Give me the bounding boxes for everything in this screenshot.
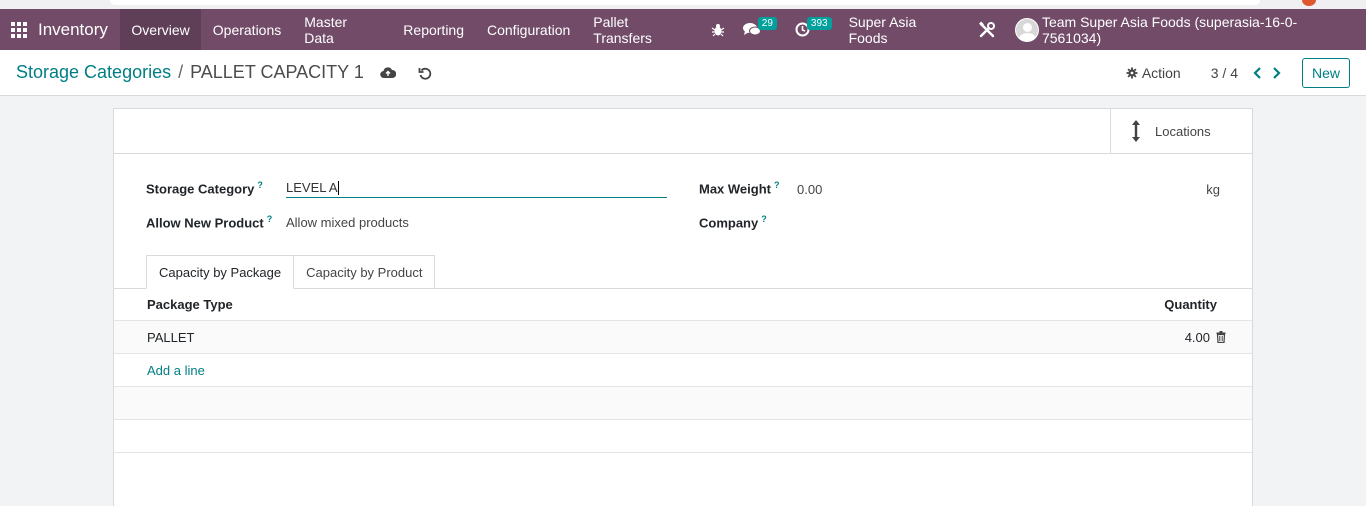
- pager-value[interactable]: 3 / 4: [1211, 65, 1238, 81]
- table-row[interactable]: PALLET 4.00: [114, 321, 1252, 354]
- column-header-package-type[interactable]: Package Type: [147, 297, 233, 312]
- breadcrumb: Storage Categories / PALLET CAPACITY 1: [0, 62, 364, 83]
- browser-profile-icon[interactable]: [1302, 0, 1316, 6]
- activities-button[interactable]: 393: [795, 17, 832, 37]
- gear-icon: [1126, 67, 1138, 78]
- help-tooltip-icon[interactable]: ?: [257, 180, 263, 190]
- control-panel: Storage Categories / PALLET CAPACITY 1 A…: [0, 50, 1366, 96]
- messages-button[interactable]: 29: [742, 17, 777, 37]
- menu-master-data[interactable]: Master Data: [293, 9, 392, 50]
- breadcrumb-separator: /: [178, 62, 184, 82]
- quantity-cell-group: 4.00: [1185, 330, 1226, 345]
- breadcrumb-storage-categories[interactable]: Storage Categories: [16, 62, 171, 83]
- apps-menu-icon[interactable]: [0, 9, 38, 50]
- pager-next-icon[interactable]: [1272, 66, 1281, 79]
- vertical-arrows-icon: [1132, 120, 1140, 142]
- max-weight-input[interactable]: 0.00: [797, 182, 822, 197]
- storage-category-input[interactable]: LEVEL A: [286, 178, 667, 198]
- menu-configuration[interactable]: Configuration: [476, 9, 582, 50]
- tools-icon[interactable]: [978, 21, 996, 39]
- control-panel-right: Action 3 / 4 New: [1126, 57, 1366, 88]
- browser-tab-area: [110, 0, 1260, 5]
- save-cloud-icon[interactable]: [380, 66, 396, 79]
- help-tooltip-icon[interactable]: ?: [267, 214, 273, 224]
- locations-label: Locations: [1155, 123, 1211, 139]
- button-box: Locations: [114, 109, 1252, 154]
- form-sheet: Locations Storage Category? LEVEL A Allo…: [113, 108, 1253, 506]
- menu-overview[interactable]: Overview: [119, 9, 202, 50]
- pager-previous-icon[interactable]: [1253, 66, 1262, 79]
- max-weight-unit: kg: [1206, 182, 1220, 197]
- table-row-add: Add a line: [114, 354, 1252, 387]
- activities-badge: 393: [806, 17, 832, 30]
- column-header-quantity[interactable]: Quantity: [1164, 297, 1217, 312]
- action-label: Action: [1141, 64, 1181, 81]
- table-row-empty: [114, 387, 1252, 420]
- package-type-cell[interactable]: PALLET: [147, 330, 194, 345]
- storage-category-label: Storage Category?: [146, 180, 263, 197]
- user-menu[interactable]: Team Super Asia Foods (superasia-16-0-75…: [1042, 14, 1356, 46]
- main-navbar: Inventory Overview Operations Master Dat…: [0, 9, 1366, 50]
- menu-reporting[interactable]: Reporting: [392, 9, 476, 50]
- menu-pallet-transfers[interactable]: Pallet Transfers: [582, 9, 702, 50]
- add-a-line-link[interactable]: Add a line: [147, 363, 205, 378]
- capacity-table: Package Type Quantity PALLET 4.00 Add a …: [114, 289, 1252, 453]
- new-record-button[interactable]: New: [1301, 57, 1350, 88]
- quantity-cell[interactable]: 4.00: [1185, 330, 1210, 345]
- help-tooltip-icon[interactable]: ?: [761, 214, 767, 224]
- debug-bug-icon[interactable]: [711, 23, 725, 37]
- allow-new-product-label: Allow New Product?: [146, 214, 273, 231]
- browser-top-strip: [0, 0, 1366, 9]
- tab-capacity-by-product[interactable]: Capacity by Product: [294, 255, 436, 289]
- trash-icon[interactable]: [1216, 331, 1226, 343]
- help-tooltip-icon[interactable]: ?: [774, 180, 780, 190]
- allow-new-product-select[interactable]: Allow mixed products: [286, 215, 409, 230]
- menu-operations[interactable]: Operations: [201, 9, 292, 50]
- company-switcher[interactable]: Super Asia Foods: [849, 14, 959, 46]
- max-weight-label: Max Weight?: [699, 180, 780, 197]
- breadcrumb-current-record: PALLET CAPACITY 1: [190, 62, 364, 82]
- table-row-empty: [114, 420, 1252, 453]
- top-menu: Overview Operations Master Data Reportin…: [119, 9, 702, 50]
- notebook-tabs: Capacity by Package Capacity by Product: [146, 255, 436, 289]
- action-menu-button[interactable]: Action: [1126, 65, 1181, 81]
- user-avatar[interactable]: [1014, 17, 1039, 42]
- app-name[interactable]: Inventory: [38, 20, 120, 40]
- navbar-systray: 29 393 Super Asia Foods Team Super Asia …: [702, 9, 1366, 50]
- locations-smart-button[interactable]: Locations: [1110, 109, 1252, 153]
- company-label: Company?: [699, 214, 767, 231]
- tab-capacity-by-package[interactable]: Capacity by Package: [146, 255, 295, 289]
- messages-badge: 29: [757, 17, 777, 30]
- table-header: Package Type Quantity: [114, 289, 1252, 321]
- discard-undo-icon[interactable]: [418, 66, 432, 80]
